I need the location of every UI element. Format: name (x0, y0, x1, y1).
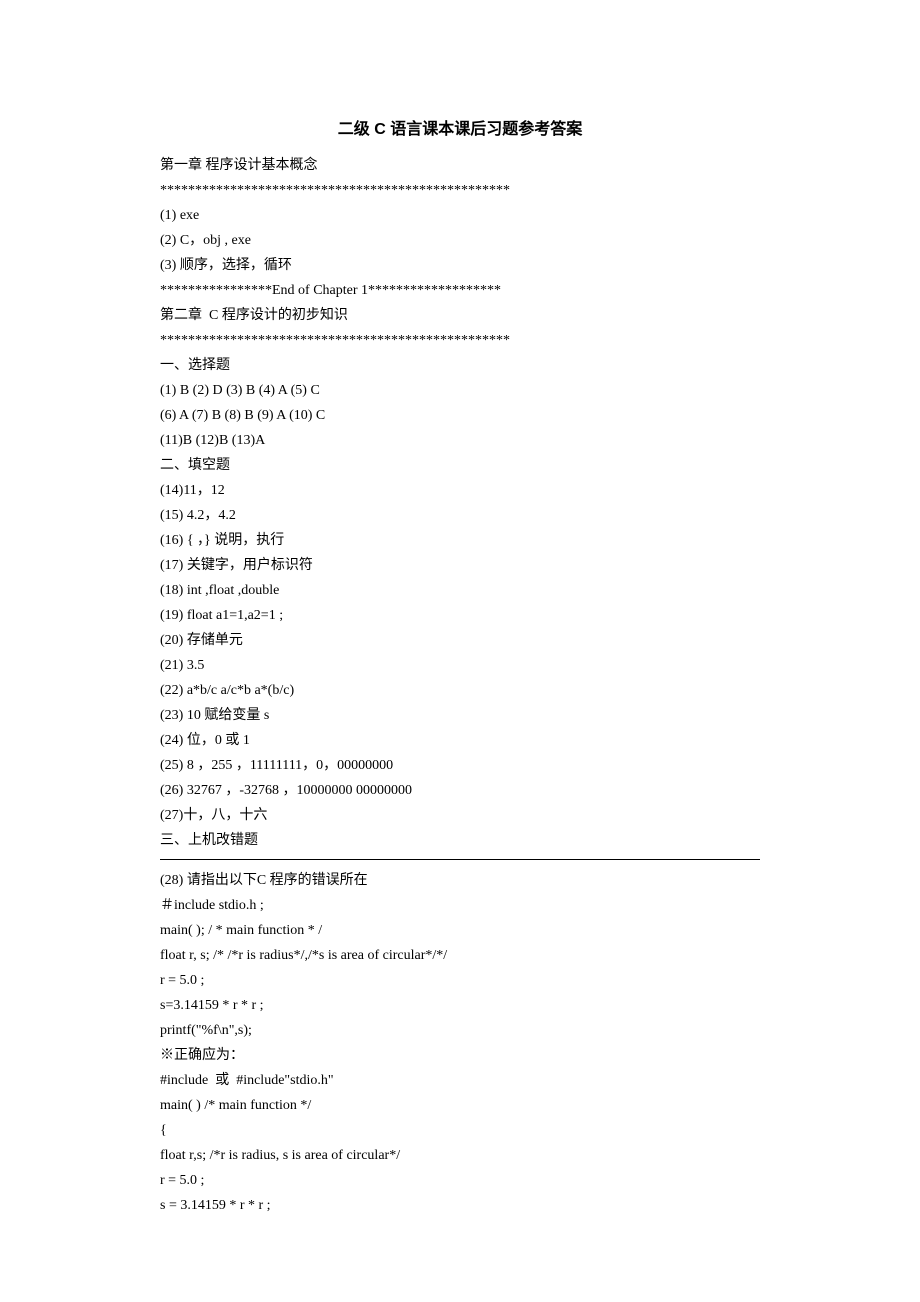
text-line: ****************************************… (160, 178, 760, 203)
text-line: (28) 请指出以下C 程序的错误所在 (160, 868, 760, 893)
body-content: 第一章 程序设计基本概念****************************… (160, 153, 760, 1218)
text-line: 第一章 程序设计基本概念 (160, 153, 760, 178)
text-line: (24) 位，0 或 1 (160, 728, 760, 753)
text-line: (16) { ，} 说明，执行 (160, 528, 760, 553)
text-line: 第二章 C 程序设计的初步知识 (160, 303, 760, 328)
text-line: (22) a*b/c a/c*b a*(b/c) (160, 678, 760, 703)
text-line: r = 5.0 ; (160, 1168, 760, 1193)
text-line: ※正确应为： (160, 1043, 760, 1068)
text-line: (25) 8 ，255 ，11111111，0，00000000 (160, 753, 760, 778)
text-line: main( ); / * main function * / (160, 918, 760, 943)
text-line: s = 3.14159 * r * r ; (160, 1193, 760, 1218)
text-line: (11)B (12)B (13)A (160, 428, 760, 453)
text-line: float r, s; /* /*r is radius*/,/*s is ar… (160, 943, 760, 968)
text-line: r = 5.0 ; (160, 968, 760, 993)
text-line: ****************End of Chapter 1********… (160, 278, 760, 303)
text-line: (23) 10 赋给变量 s (160, 703, 760, 728)
text-line: (6) A (7) B (8) B (9) A (10) C (160, 403, 760, 428)
text-line: (21) 3.5 (160, 653, 760, 678)
section-divider (160, 859, 760, 860)
text-line: (2) C，obj , exe (160, 228, 760, 253)
text-line: ＃include stdio.h ; (160, 893, 760, 918)
document-page: 二级 C 语言课本课后习题参考答案 第一章 程序设计基本概念**********… (0, 0, 920, 1302)
text-line: (18) int ,float ,double (160, 578, 760, 603)
text-line: (17) 关键字，用户标识符 (160, 553, 760, 578)
text-line: (14)11，12 (160, 478, 760, 503)
text-line: (1) exe (160, 203, 760, 228)
text-line: s=3.14159 * r * r ; (160, 993, 760, 1018)
text-line: 二、填空题 (160, 453, 760, 478)
text-line: (15) 4.2，4.2 (160, 503, 760, 528)
text-line: (20) 存储单元 (160, 628, 760, 653)
text-line: float r,s; /*r is radius, s is area of c… (160, 1143, 760, 1168)
text-line: main( ) /* main function */ (160, 1093, 760, 1118)
text-line: (1) B (2) D (3) B (4) A (5) C (160, 378, 760, 403)
text-line: #include 或 #include"stdio.h" (160, 1068, 760, 1093)
text-line: (26) 32767 ，-32768 ，10000000 00000000 (160, 778, 760, 803)
text-line: (19) float a1=1,a2=1 ; (160, 603, 760, 628)
text-line: { (160, 1118, 760, 1143)
text-line: (3) 顺序，选择，循环 (160, 253, 760, 278)
text-line: (27)十，八，十六 (160, 803, 760, 828)
text-line: printf("%f\n",s); (160, 1018, 760, 1043)
text-line: 三、上机改错题 (160, 828, 760, 853)
text-line: ****************************************… (160, 328, 760, 353)
page-title: 二级 C 语言课本课后习题参考答案 (160, 115, 760, 139)
text-line: 一、选择题 (160, 353, 760, 378)
